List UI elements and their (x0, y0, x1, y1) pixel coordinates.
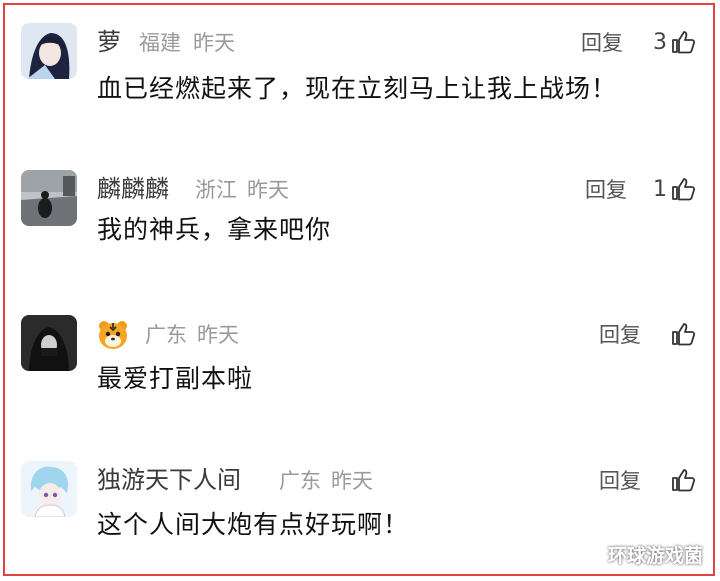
thumbs-up-icon[interactable] (670, 467, 696, 493)
comment-text: 这个人间大炮有点好玩啊！ (97, 510, 410, 539)
avatar[interactable] (21, 461, 77, 517)
thumbs-up-icon[interactable] (670, 176, 696, 202)
thumbs-up-icon[interactable] (670, 321, 696, 347)
comment-text: 血已经燃起来了，现在立刻马上让我上战场！ (97, 74, 618, 103)
username[interactable]: 萝 (97, 27, 121, 57)
region: 福建 (139, 31, 181, 55)
reply-button[interactable]: 回复 (585, 175, 627, 205)
timestamp: 昨天 (193, 31, 235, 55)
timestamp: 昨天 (197, 323, 239, 347)
region: 广东 (279, 469, 321, 493)
reply-button[interactable]: 回复 (599, 466, 641, 496)
comment-item: 独游天下人间 广东 昨天 回复 这个人间大炮有点好玩啊！ (5, 453, 713, 573)
comment-text: 我的神兵，拿来吧你 (97, 215, 332, 244)
timestamp: 昨天 (331, 469, 373, 493)
reply-button[interactable]: 回复 (599, 320, 641, 350)
comment-list: 萝 福建 昨天 回复 3 血已经燃起来了，现在立刻马上让我上战场！ 麟麟麟 浙江… (3, 3, 715, 576)
username[interactable]: 独游天下人间 (97, 465, 241, 495)
reply-button[interactable]: 回复 (581, 28, 623, 58)
region: 广东 (145, 323, 187, 347)
timestamp: 昨天 (247, 178, 289, 202)
like-count: 1 (653, 177, 667, 202)
comment-item: 广东 昨天 回复 最爱打副本啦 (5, 307, 713, 427)
comment-item: 萝 福建 昨天 回复 3 血已经燃起来了，现在立刻马上让我上战场！ (5, 15, 713, 135)
region: 浙江 (195, 178, 237, 202)
avatar[interactable] (21, 315, 77, 371)
avatar[interactable] (21, 170, 77, 226)
watermark: 环球游戏菌 (607, 545, 703, 567)
tiger-badge-icon (99, 321, 127, 349)
comment-item: 麟麟麟 浙江 昨天 回复 1 我的神兵，拿来吧你 (5, 162, 713, 282)
like-count: 3 (653, 30, 667, 55)
comment-text: 最爱打副本啦 (97, 364, 254, 393)
avatar[interactable] (21, 23, 77, 79)
thumbs-up-icon[interactable] (670, 29, 696, 55)
username[interactable]: 麟麟麟 (97, 174, 169, 204)
